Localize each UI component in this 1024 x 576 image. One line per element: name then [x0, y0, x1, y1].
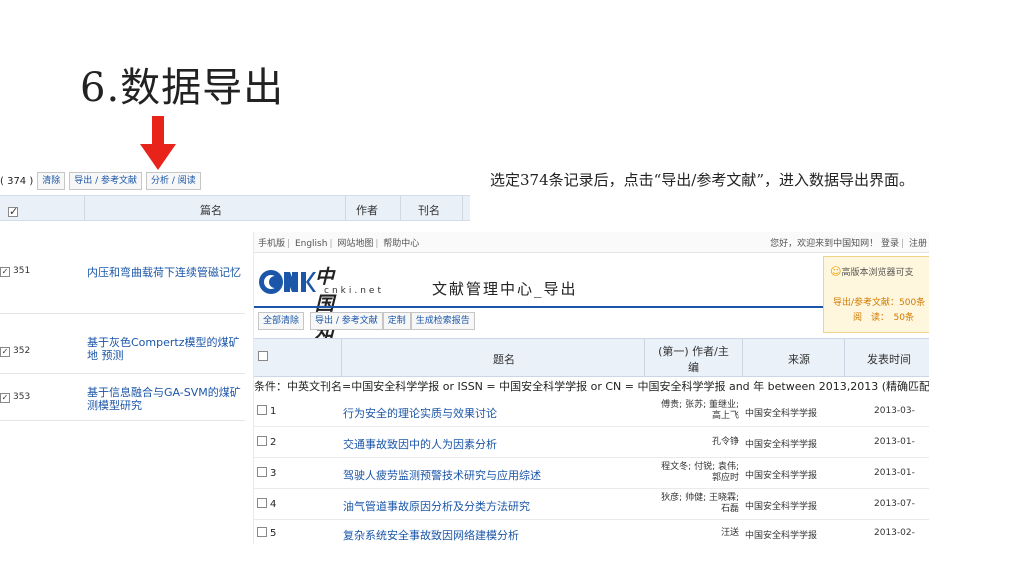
row-author: 傅贵; 张苏; 董继业; 高上飞: [661, 400, 739, 421]
smile-icon: ☺: [830, 265, 842, 278]
link-english[interactable]: English: [295, 239, 328, 249]
register-link[interactable]: 注册: [909, 239, 927, 249]
row-checkbox[interactable]: [257, 467, 267, 477]
row-title-link[interactable]: 行为安全的理论实质与效果讨论: [343, 405, 497, 421]
row-date: 2013-01-: [874, 437, 915, 447]
row-source: 中国安全科学学报: [745, 409, 818, 419]
result-table-header: ✓ 篇名 作者 刊名: [0, 195, 470, 221]
slide-title: 6.数据导出: [80, 65, 285, 111]
table-row[interactable]: 1 行为安全的理论实质与效果讨论 傅贵; 张苏; 董继业; 高上飞 中国安全科学学…: [254, 396, 929, 427]
notice-export-limit: 导出/参考文献：500条: [833, 298, 926, 308]
slide-description: 选定374条记录后，点击“导出/参考文献”，进入数据导出界面。: [490, 171, 915, 189]
table-row[interactable]: 5 复杂系统安全事故致因网络建模分析 汪送 中国安全科学学报 2013-02-: [254, 520, 929, 544]
row-source: 中国安全科学学报: [745, 440, 818, 450]
cnki-logo-mark-icon: [259, 270, 316, 294]
custom-button[interactable]: 定制: [382, 312, 411, 330]
row-source: 中国安全科学学报: [745, 471, 818, 481]
login-link[interactable]: 登录: [881, 239, 899, 249]
export-table-header: 题名 (第一) 作者/主 编 来源 发表时间: [254, 338, 929, 377]
clear-all-button[interactable]: 全部清除: [258, 312, 305, 330]
col-journal: 刊名: [418, 204, 440, 217]
selected-count: ( 374 ): [0, 175, 34, 187]
col-title: 篇名: [200, 204, 222, 217]
red-down-arrow-icon: [140, 116, 176, 170]
notice-read-limit: 阅 读： 50条: [853, 313, 914, 323]
col-author: (第一) 作者/主 编: [658, 345, 729, 374]
row-checkbox[interactable]: [257, 527, 267, 537]
row-author: 程文冬; 付锐; 袁伟; 郭应时: [661, 462, 739, 483]
welcome-text: 您好，欢迎来到中国知网！: [770, 239, 879, 249]
col-source: 来源: [788, 353, 810, 366]
col-title: 题名: [493, 353, 515, 366]
action-bar: 全部清除 导出 / 参考文献 定制 生成检索报告: [258, 312, 475, 330]
search-report-button[interactable]: 生成检索报告: [410, 312, 475, 330]
row-checkbox[interactable]: [257, 436, 267, 446]
export-reference-button[interactable]: 导出 / 参考文献: [310, 312, 383, 330]
cnki-topbar: 手机版 | English | 网站地图 | 帮助中心 您好，欢迎来到中国知网！ 登录…: [254, 232, 929, 253]
row-title-link[interactable]: 基于信息融合与GA-SVM的煤矿 测模型研究: [87, 386, 247, 412]
analyze-read-button[interactable]: 分析 / 阅读: [146, 172, 201, 190]
row-title-link[interactable]: 驾驶人疲劳监测预警技术研究与应用综述: [343, 467, 541, 483]
cnki-export-window: 手机版 | English | 网站地图 | 帮助中心 您好，欢迎来到中国知网！ 登录…: [253, 232, 929, 544]
row-checkbox[interactable]: ✓: [0, 267, 10, 277]
row-author: 孔令铮: [711, 437, 739, 447]
table-row[interactable]: 3 驾驶人疲劳监测预警技术研究与应用综述 程文冬; 付锐; 袁伟; 郭应时 中国安…: [254, 458, 929, 489]
row-checkbox[interactable]: ✓: [0, 347, 10, 357]
page-heading: 文献管理中心_导出: [432, 280, 578, 298]
row-author: 汪送: [720, 528, 739, 538]
row-date: 2013-02-: [874, 528, 915, 538]
col-date: 发表时间: [867, 353, 911, 366]
row-source: 中国安全科学学报: [745, 531, 818, 541]
col-author: 作者: [356, 204, 378, 217]
row-title-link[interactable]: 交通事故致因中的人为因素分析: [343, 436, 497, 452]
row-checkbox[interactable]: [257, 405, 267, 415]
row-author: 狄彦; 帅健; 王晓霖; 石磊: [661, 493, 739, 514]
table-row[interactable]: 4 油气管道事故原因分析及分类方法研究 狄彦; 帅健; 王晓霖; 石磊 中国安全科…: [254, 489, 929, 520]
link-mobile[interactable]: 手机版: [258, 239, 285, 249]
row-date: 2013-07-: [874, 499, 915, 509]
link-sitemap[interactable]: 网站地图: [337, 239, 373, 249]
clear-button[interactable]: 清除: [37, 172, 66, 190]
row-title-link[interactable]: 复杂系统安全事故致因网络建模分析: [343, 527, 519, 543]
row-title-link[interactable]: 基于灰色Compertz模型的煤矿地 预测: [87, 336, 247, 362]
search-condition: 条件：中英文刊名=中国安全科学学报 or ISSN = 中国安全科学学报 or …: [254, 380, 929, 393]
browser-notice: ☺高版本浏览器可支 导出/参考文献：500条 阅 读： 50条: [823, 256, 929, 333]
result-toolbar: ( 374 ) 清除 导出 / 参考文献 分析 / 阅读: [0, 168, 201, 194]
table-row[interactable]: 2 交通事故致因中的人为因素分析 孔令铮 中国安全科学学报 2013-01-: [254, 427, 929, 458]
row-date: 2013-01-: [874, 468, 915, 478]
link-help[interactable]: 帮助中心: [383, 239, 419, 249]
row-source: 中国安全科学学报: [745, 502, 818, 512]
row-date: 2013-03-: [874, 406, 915, 416]
row-checkbox[interactable]: ✓: [0, 393, 10, 403]
row-title-link[interactable]: 油气管道事故原因分析及分类方法研究: [343, 498, 530, 514]
logo-subtext: cnki.net: [324, 286, 384, 296]
row-checkbox[interactable]: [257, 498, 267, 508]
export-reference-button[interactable]: 导出 / 参考文献: [69, 172, 143, 190]
row-title-link[interactable]: 内压和弯曲载荷下连续管磁记忆: [87, 266, 247, 279]
